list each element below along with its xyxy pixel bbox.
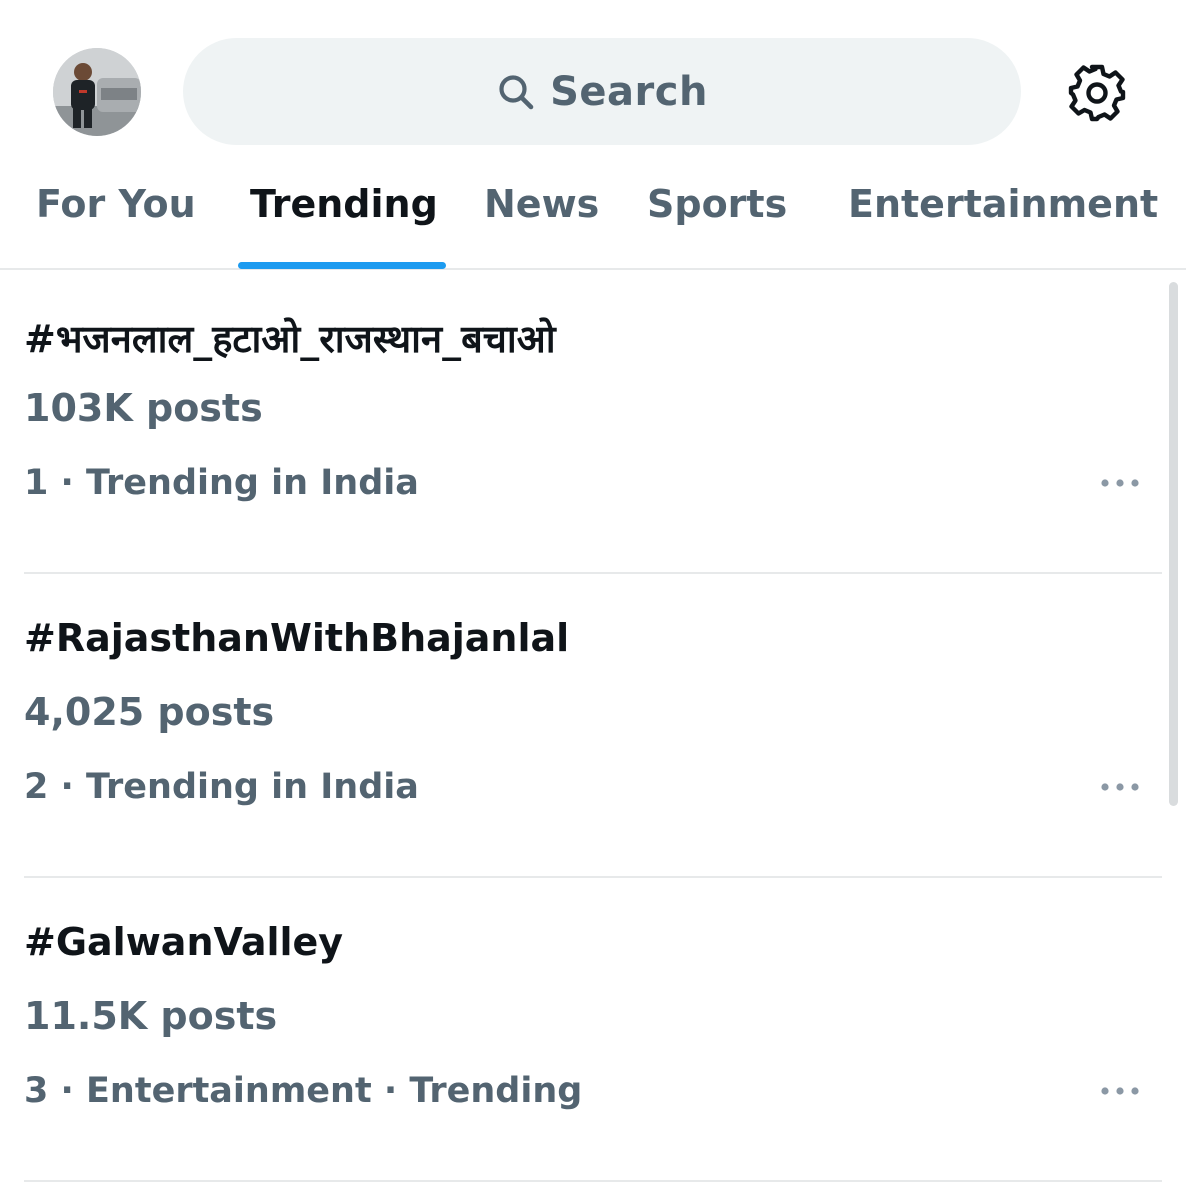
search-icon <box>496 72 536 112</box>
explore-tabs: For You Trending News Sports Entertainme… <box>0 160 1186 270</box>
trend-item[interactable]: #भजनलाल_हटाओ_राजस्थान_बचाओ 103K posts 1 … <box>0 270 1186 574</box>
more-options-icon[interactable] <box>1095 468 1145 498</box>
trend-post-count: 103K posts <box>24 386 263 430</box>
avatar-photo <box>53 48 141 136</box>
gear-icon[interactable] <box>1064 60 1130 126</box>
tab-entertainment[interactable]: Entertainment <box>848 182 1158 226</box>
tab-trending[interactable]: Trending <box>250 182 438 226</box>
trend-context: 1 · Trending in India <box>24 463 419 503</box>
trend-title: #भजनलाल_हटाओ_राजस्थान_बचाओ <box>24 317 556 361</box>
search-placeholder: Search <box>550 68 708 115</box>
tab-news[interactable]: News <box>484 182 599 226</box>
tab-for-you[interactable]: For You <box>36 182 196 226</box>
search-bar[interactable]: Search <box>183 38 1021 145</box>
trend-context: 3 · Entertainment · Trending <box>24 1071 583 1111</box>
trend-context: 2 · Trending in India <box>24 767 419 807</box>
more-options-icon[interactable] <box>1095 772 1145 802</box>
trend-post-count: 11.5K posts <box>24 994 278 1038</box>
tab-sports[interactable]: Sports <box>647 182 787 226</box>
trend-title: #RajasthanWithBhajanlal <box>24 616 570 660</box>
trend-item[interactable]: #GalwanValley 11.5K posts 3 · Entertainm… <box>0 878 1186 1182</box>
active-tab-indicator <box>238 262 446 269</box>
trend-title: #GalwanValley <box>24 920 344 964</box>
more-options-icon[interactable] <box>1095 1076 1145 1106</box>
divider <box>24 1180 1162 1182</box>
top-bar: Search <box>0 0 1186 160</box>
trend-item[interactable]: #RajasthanWithBhajanlal 4,025 posts 2 · … <box>0 574 1186 878</box>
scrollbar[interactable] <box>1169 282 1178 806</box>
profile-avatar[interactable] <box>53 48 141 136</box>
trend-post-count: 4,025 posts <box>24 690 275 734</box>
